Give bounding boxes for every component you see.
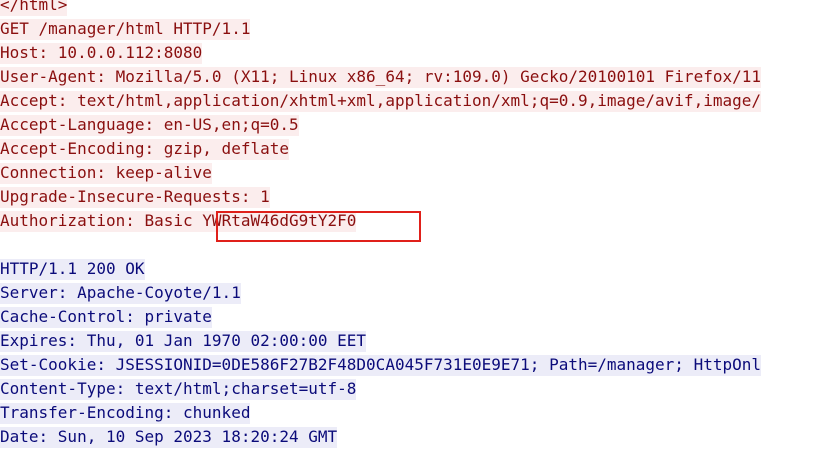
request-line-text: </html> xyxy=(0,0,68,16)
response-line-text: Expires: Thu, 01 Jan 1970 02:00:00 EET xyxy=(0,331,367,352)
request-line: Host: 10.0.0.112:8080 xyxy=(0,41,837,65)
stream-gap xyxy=(0,233,837,257)
request-line: Connection: keep-alive xyxy=(0,161,837,185)
request-line-text: Connection: keep-alive xyxy=(0,163,212,184)
tcp-stream-view[interactable]: </html> GET /manager/html HTTP/1.1 Host:… xyxy=(0,0,837,463)
response-line: Expires: Thu, 01 Jan 1970 02:00:00 EET xyxy=(0,329,837,353)
response-line-text: Server: Apache-Coyote/1.1 xyxy=(0,283,241,304)
authorization-header-name: Authorization: Basic xyxy=(0,211,203,232)
response-line: Date: Sun, 10 Sep 2023 18:20:24 GMT xyxy=(0,425,837,449)
request-line-text: Accept: text/html,application/xhtml+xml,… xyxy=(0,91,761,112)
response-line-text: Transfer-Encoding: chunked xyxy=(0,403,251,424)
request-line: </html> xyxy=(0,0,837,17)
request-line: Accept-Language: en-US,en;q=0.5 xyxy=(0,113,837,137)
request-line-text: Accept-Encoding: gzip, deflate xyxy=(0,139,289,160)
response-line-text: Cache-Control: private xyxy=(0,307,212,328)
response-line-text: Set-Cookie: JSESSIONID=0DE586F27B2F48D0C… xyxy=(0,355,761,376)
authorization-header-line: Authorization: Basic YWRtaW46dG9tY2F0 xyxy=(0,209,837,233)
response-line-text: Date: Sun, 10 Sep 2023 18:20:24 GMT xyxy=(0,427,338,448)
request-line-text: Upgrade-Insecure-Requests: 1 xyxy=(0,187,270,208)
response-line: Transfer-Encoding: chunked xyxy=(0,401,837,425)
response-line-text: Content-Type: text/html;charset=utf-8 xyxy=(0,379,357,400)
response-line: HTTP/1.1 200 OK xyxy=(0,257,837,281)
request-line: Accept-Encoding: gzip, deflate xyxy=(0,137,837,161)
request-line: GET /manager/html HTTP/1.1 xyxy=(0,17,837,41)
request-line-text: User-Agent: Mozilla/5.0 (X11; Linux x86_… xyxy=(0,67,761,88)
authorization-token: YWRtaW46dG9tY2F0 xyxy=(202,211,357,232)
request-line: Accept: text/html,application/xhtml+xml,… xyxy=(0,89,837,113)
response-line: Set-Cookie: JSESSIONID=0DE586F27B2F48D0C… xyxy=(0,353,837,377)
request-line-text: Accept-Language: en-US,en;q=0.5 xyxy=(0,115,299,136)
request-line-text: GET /manager/html HTTP/1.1 xyxy=(0,19,251,40)
response-line: Server: Apache-Coyote/1.1 xyxy=(0,281,837,305)
response-line: Cache-Control: private xyxy=(0,305,837,329)
request-line: User-Agent: Mozilla/5.0 (X11; Linux x86_… xyxy=(0,65,837,89)
response-line: Content-Type: text/html;charset=utf-8 xyxy=(0,377,837,401)
request-line: Upgrade-Insecure-Requests: 1 xyxy=(0,185,837,209)
response-line-text: HTTP/1.1 200 OK xyxy=(0,259,145,280)
request-line-text: Host: 10.0.0.112:8080 xyxy=(0,43,203,64)
